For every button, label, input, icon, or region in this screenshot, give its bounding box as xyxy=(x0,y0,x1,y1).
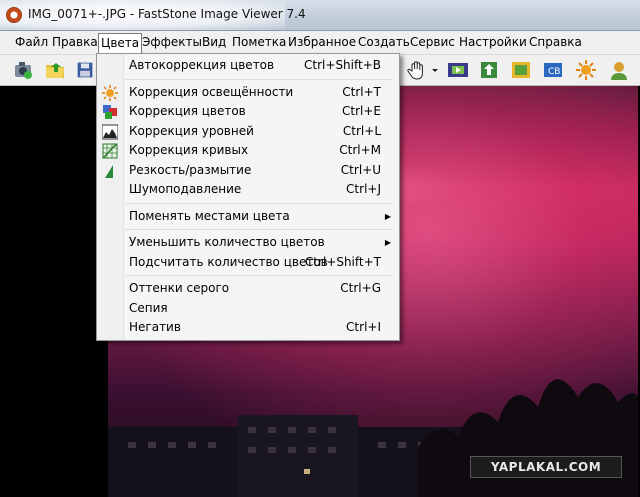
menu-item-label: Поменять местами цвета xyxy=(129,208,290,223)
menu-item-label: Подсчитать количество цветов xyxy=(129,254,328,269)
menu-item-shortcut: Ctrl+M xyxy=(339,143,381,157)
menu-item-shortcut: Ctrl+E xyxy=(342,104,381,118)
colors-menu-item-4[interactable]: Коррекция уровней Ctrl+L xyxy=(97,122,399,141)
app-logo-icon xyxy=(6,7,22,23)
menu-item-label: Автокоррекция цветов xyxy=(129,58,275,72)
slideshow-icon[interactable]: CB xyxy=(542,59,564,81)
menu-item-5[interactable]: Пометка xyxy=(230,34,288,51)
menu-item-label: Коррекция кривых xyxy=(129,143,249,157)
menu-item-8[interactable]: Сервис xyxy=(408,34,457,51)
colors-menu-item-3[interactable]: Коррекция цветов Ctrl+E xyxy=(97,102,399,121)
menu-item-label: Коррекция цветов xyxy=(129,104,246,118)
color-squares-icon xyxy=(102,104,118,120)
colors-menu-item-5[interactable]: Коррекция кривых Ctrl+M xyxy=(97,141,399,160)
menu-item-shortcut: Ctrl+L xyxy=(342,123,381,138)
watermark: YAPLAKAL.COM xyxy=(470,456,622,478)
film-strip-icon[interactable] xyxy=(447,59,469,81)
hand-tool-icon[interactable] xyxy=(406,59,428,81)
export-icon[interactable] xyxy=(478,59,500,81)
menu-item-label: Сепия xyxy=(129,300,168,315)
curves-grid-icon xyxy=(102,143,118,159)
menu-item-3[interactable]: Эффекты xyxy=(140,34,204,51)
menu-item-shortcut: Ctrl+Shift+T xyxy=(304,254,381,269)
colors-menu-item-16[interactable]: Негатив Ctrl+I xyxy=(97,318,399,337)
menu-item-2[interactable]: Цвета xyxy=(98,33,143,53)
menu-item-shortcut: Ctrl+J xyxy=(346,182,381,196)
sun-icon xyxy=(102,84,118,101)
colors-menu-item-7[interactable]: Шумоподавление Ctrl+J xyxy=(97,180,399,199)
submenu-arrow-icon: ▶ xyxy=(384,211,391,221)
menu-item-0[interactable]: Файл xyxy=(13,34,50,51)
menu-item-shortcut: Ctrl+I xyxy=(346,320,381,334)
menu-item-shortcut: Ctrl+U xyxy=(340,162,381,177)
colors-menu-item-9[interactable]: Поменять местами цвета ▶ xyxy=(97,207,399,226)
menu-item-label: Оттенки серого xyxy=(129,281,230,295)
menu-item-9[interactable]: Настройки xyxy=(457,34,529,51)
menu-item-label: Коррекция освещённости xyxy=(129,84,294,99)
save-icon[interactable] xyxy=(76,59,94,81)
title-bar: IMG_0071+-.JPG - FastStone Image Viewer … xyxy=(0,0,640,31)
menu-bar: Файл Правка Цвета Эффекты Вид Пометка Избранно… xyxy=(0,31,640,55)
menu-item-label: Уменьшить количество цветов xyxy=(129,235,325,249)
sharpen-icon xyxy=(102,163,118,179)
colors-menu-item-15[interactable]: Сепия xyxy=(97,299,399,318)
menu-item-label: Коррекция уровней xyxy=(129,123,254,138)
levels-icon xyxy=(101,124,119,140)
colors-menu-item-2[interactable]: Коррекция освещённости Ctrl+T xyxy=(97,83,399,102)
colors-menu-item-11[interactable]: Уменьшить количество цветов ▶ xyxy=(97,233,399,252)
colors-menu-dropdown: Автокоррекция цветов Ctrl+Shift+B Коррекци… xyxy=(96,53,400,341)
colors-menu-item-14[interactable]: Оттенки серого Ctrl+G xyxy=(97,279,399,298)
svg-text:CB: CB xyxy=(548,67,560,77)
window-title: IMG_0071+-.JPG - FastStone Image Viewer … xyxy=(28,7,306,21)
chevron-down-icon[interactable] xyxy=(430,59,440,81)
menu-separator xyxy=(125,78,393,80)
colors-menu-item-12[interactable]: Подсчитать количество цветов Ctrl+Shift+T xyxy=(97,253,399,272)
menu-item-1[interactable]: Правка xyxy=(50,34,100,51)
menu-item-4[interactable]: Вид xyxy=(200,34,228,51)
camera-open-icon[interactable] xyxy=(12,59,34,81)
user-help-icon[interactable] xyxy=(608,59,630,81)
folder-open-icon[interactable] xyxy=(44,59,66,81)
colors-menu-item-0[interactable]: Автокоррекция цветов Ctrl+Shift+B xyxy=(97,56,399,75)
menu-item-7[interactable]: Создать xyxy=(356,34,412,51)
menu-item-label: Негатив xyxy=(129,320,181,334)
menu-separator xyxy=(125,202,393,204)
menu-item-shortcut: Ctrl+Shift+B xyxy=(304,58,381,72)
menu-item-shortcut: Ctrl+G xyxy=(340,281,381,295)
menu-separator xyxy=(125,275,393,276)
colors-menu-item-6[interactable]: Резкость/размытие Ctrl+U xyxy=(97,161,399,180)
menu-separator xyxy=(125,229,393,230)
menu-item-label: Резкость/размытие xyxy=(129,162,252,177)
submenu-arrow-icon: ▶ xyxy=(384,238,391,247)
menu-item-shortcut: Ctrl+T xyxy=(342,84,381,99)
menu-item-6[interactable]: Избранное xyxy=(286,34,358,51)
image-frame-icon[interactable] xyxy=(510,59,532,81)
menu-item-label: Шумоподавление xyxy=(129,182,242,196)
menu-item-10[interactable]: Справка xyxy=(527,34,584,51)
settings-sun-icon[interactable] xyxy=(575,59,597,81)
